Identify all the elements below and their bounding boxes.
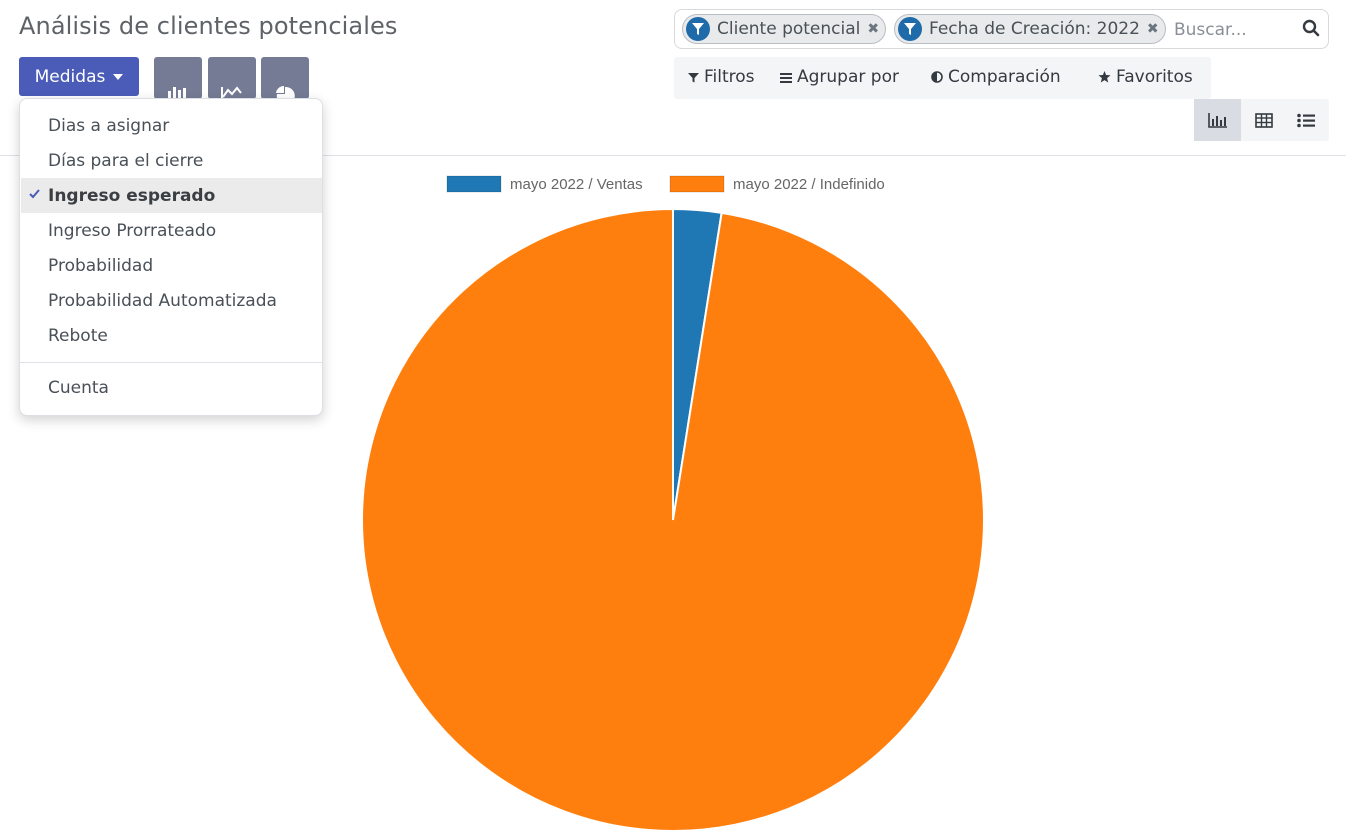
group-by-dropdown[interactable]: Agrupar por [780,67,899,87]
graph-view-button[interactable] [1194,99,1241,141]
comparison-dropdown[interactable]: Comparación [931,67,1061,87]
measure-label: Cuenta [48,377,109,398]
measure-item-selected[interactable]: Ingreso esperado [21,178,322,213]
filters-label: Filtros [704,67,755,87]
measure-label: Ingreso esperado [48,185,216,206]
filters-dropdown[interactable]: Filtros [688,67,755,87]
measure-label: Probabilidad Automatizada [48,290,277,311]
facet-label: Cliente potencial [717,19,861,39]
legend-item[interactable]: mayo 2022 / Ventas [446,175,643,193]
search-facet[interactable]: Cliente potencial ✖ [682,14,887,44]
measures-label: Medidas [34,66,106,87]
caret-down-icon [113,73,124,80]
measure-item[interactable]: Días para el cierre [21,143,322,178]
search-input[interactable] [1174,18,1294,42]
filter-icon [898,17,922,41]
favorites-label: Favoritos [1116,67,1193,87]
bar-chart-icon [168,87,186,99]
measure-item-count[interactable]: Cuenta [21,370,322,405]
group-by-label: Agrupar por [797,67,899,87]
search-icon[interactable] [1302,19,1320,41]
check-icon [29,189,40,199]
measure-item[interactable]: Probabilidad Automatizada [21,283,322,318]
pivot-view-button[interactable] [1240,99,1287,141]
measure-item[interactable]: Probabilidad [21,248,322,283]
search-facet[interactable]: Fecha de Creación: 2022 ✖ [894,14,1166,44]
search-box: Cliente potencial ✖ Fecha de Creación: 2… [674,9,1329,49]
menu-divider [20,362,322,363]
legend-label: mayo 2022 / Ventas [510,176,643,193]
pie-slice[interactable] [361,207,985,831]
measures-dropdown: Dias a asignar Días para el cierre Ingre… [19,98,323,416]
measure-label: Rebote [48,325,108,346]
measures-button[interactable]: Medidas [19,57,139,96]
measure-label: Días para el cierre [48,150,204,171]
legend-item[interactable]: mayo 2022 / Indefinido [669,175,885,193]
star-icon [1098,71,1111,83]
list-view-icon [1296,113,1315,127]
adjust-icon [931,71,943,83]
close-icon[interactable]: ✖ [867,21,879,37]
measure-item[interactable]: Rebote [21,318,322,353]
bars-icon [780,72,792,83]
list-view-button[interactable] [1282,99,1329,141]
measure-label: Probabilidad [48,255,154,276]
measure-item[interactable]: Dias a asignar [21,108,322,143]
favorites-dropdown[interactable]: Favoritos [1098,67,1193,87]
measure-item[interactable]: Ingreso Prorrateado [21,213,322,248]
bar-chart-button[interactable] [154,57,202,99]
close-icon[interactable]: ✖ [1147,21,1159,37]
filter-icon [688,72,699,82]
pivot-view-icon [1254,112,1273,128]
comparison-label: Comparación [948,67,1061,87]
facet-label: Fecha de Creación: 2022 [929,19,1140,39]
legend-swatch [669,175,725,193]
page-title: Análisis de clientes potenciales [19,12,398,40]
filter-icon [686,17,710,41]
line-chart-button[interactable] [208,57,256,99]
legend-label: mayo 2022 / Indefinido [733,176,885,193]
filter-bar: Filtros Agrupar por Comparación Favorito… [674,57,1211,99]
legend-swatch [446,175,502,193]
measure-label: Ingreso Prorrateado [48,220,217,241]
line-chart-icon [221,86,242,98]
view-switcher [1194,99,1329,141]
pie-chart-button[interactable] [261,57,309,99]
pie-chart-icon [276,85,295,99]
graph-view-icon [1207,113,1227,128]
measure-label: Dias a asignar [48,115,170,136]
